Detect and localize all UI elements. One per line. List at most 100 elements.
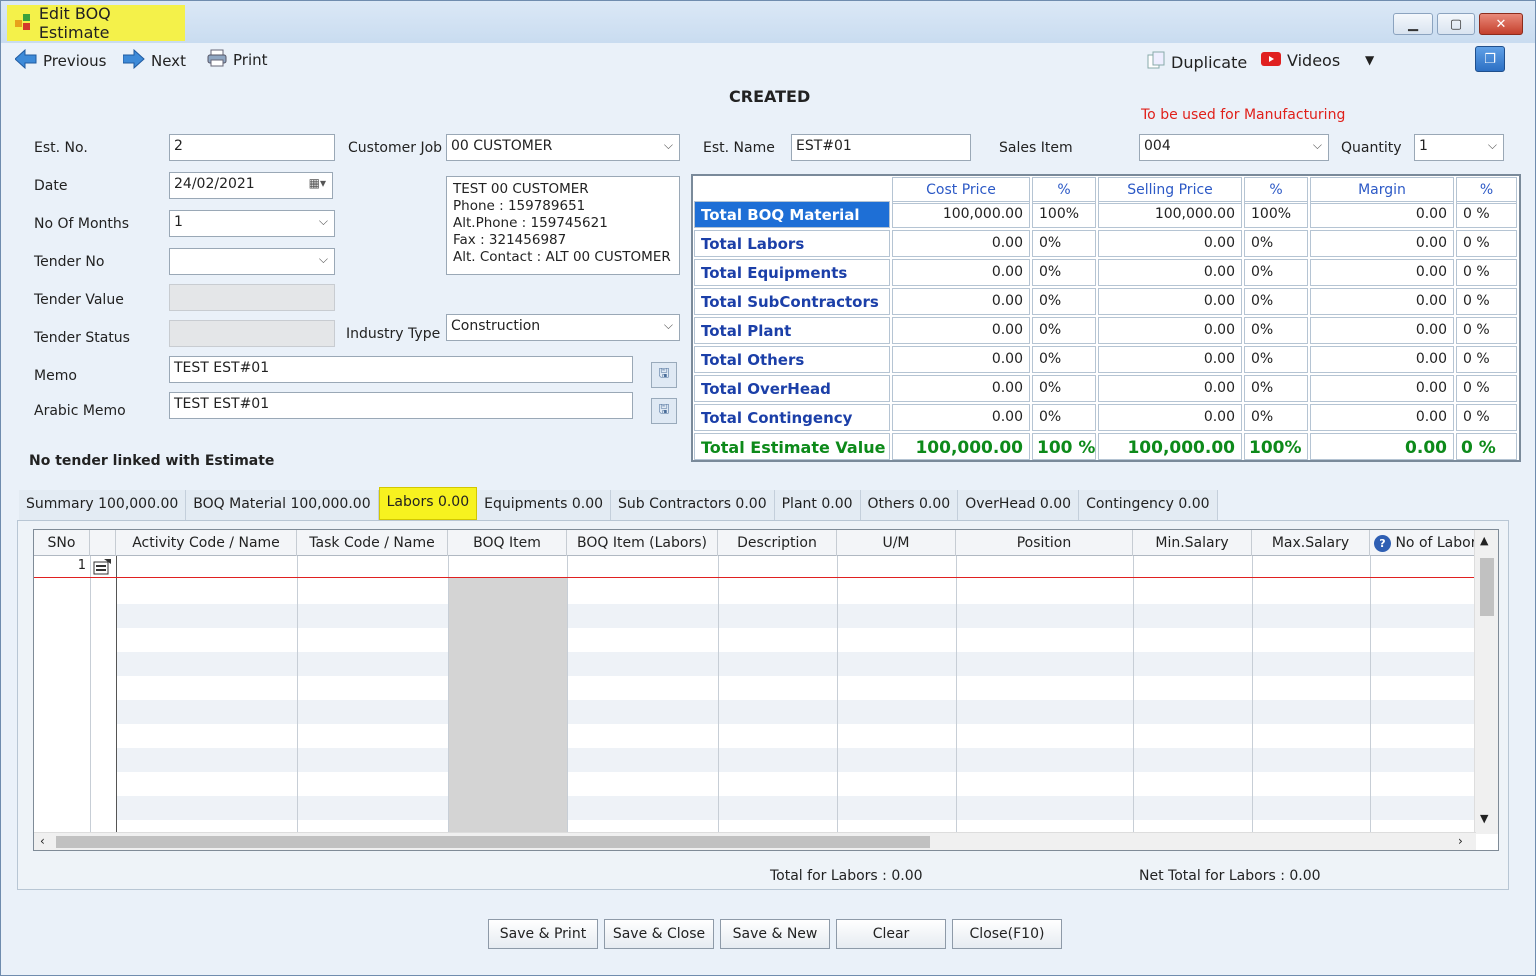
scrollbar-thumb[interactable]	[1480, 558, 1494, 616]
date-field[interactable]: 24/02/2021 ▦▾	[169, 172, 333, 199]
col-max-salary[interactable]: Max.Salary	[1252, 530, 1370, 556]
tab-boq-material[interactable]: BOQ Material 100,000.00	[186, 490, 379, 520]
col-no-of-labors[interactable]: ? No of Labors	[1370, 530, 1476, 556]
videos-button[interactable]: Videos	[1261, 51, 1340, 70]
scroll-down-icon[interactable]: ▼	[1480, 812, 1488, 825]
tender-no-select[interactable]: ⌵	[169, 248, 335, 275]
sell-pct-cell: 0%	[1244, 317, 1308, 344]
cost-row[interactable]: Total SubContractors 0.00 0% 0.00 0% 0.0…	[693, 287, 1519, 316]
duplicate-button[interactable]: Duplicate	[1147, 51, 1247, 73]
tab-equipments[interactable]: Equipments 0.00	[477, 490, 612, 520]
tab-plant[interactable]: Plant 0.00	[774, 490, 861, 520]
cost-row[interactable]: Total BOQ Material 100,000.00 100% 100,0…	[693, 200, 1519, 229]
col-sno[interactable]: SNo	[34, 530, 90, 556]
industry-type-select[interactable]: Construction ⌵	[446, 314, 680, 341]
col-boq-item[interactable]: BOQ Item	[448, 530, 567, 556]
col-activity[interactable]: Activity Code / Name	[116, 530, 297, 556]
tab-sub-contractors[interactable]: Sub Contractors 0.00	[611, 490, 775, 520]
arabic-memo-field[interactable]: TEST EST#01	[169, 392, 633, 419]
help-icon[interactable]: ?	[1374, 535, 1391, 552]
total-sell-cell: 100,000.00	[1098, 433, 1242, 460]
tab-labors[interactable]: Labors 0.00	[378, 487, 478, 520]
hscrollbar-thumb[interactable]	[56, 836, 930, 848]
maximize-button[interactable]: ▢	[1437, 13, 1475, 35]
minimize-button[interactable]: ▁	[1393, 13, 1433, 35]
col-um[interactable]: U/M	[837, 530, 956, 556]
scroll-right-icon[interactable]: ›	[1458, 834, 1463, 848]
tab-overhead[interactable]: OverHead 0.00	[958, 490, 1080, 520]
col-description[interactable]: Description	[718, 530, 837, 556]
tab-contingency[interactable]: Contingency 0.00	[1079, 490, 1218, 520]
grid-line	[116, 556, 117, 832]
cost-row-label[interactable]: Total Labors	[694, 230, 890, 257]
cost-row[interactable]: Total Others 0.00 0% 0.00 0% 0.00 0 %	[693, 345, 1519, 374]
cost-row-label[interactable]: Total BOQ Material	[694, 201, 890, 228]
row-sno: 1	[77, 558, 86, 573]
customer-job-select[interactable]: 00 CUSTOMER ⌵	[446, 134, 680, 161]
tab-others[interactable]: Others 0.00	[860, 490, 959, 520]
selling-price-cell: 0.00	[1098, 375, 1242, 402]
est-name-field[interactable]: EST#01	[791, 134, 971, 161]
scroll-up-icon[interactable]: ▲	[1480, 534, 1488, 547]
close-icon: ✕	[1495, 16, 1507, 32]
print-button[interactable]: Print	[207, 49, 268, 71]
horizontal-scrollbar[interactable]: ‹ ›	[34, 832, 1476, 850]
close-f10-button[interactable]: Close(F10)	[952, 919, 1062, 949]
chevron-down-icon: ⌵	[663, 318, 673, 332]
row-edit-icon[interactable]	[92, 558, 114, 576]
grid-line	[90, 556, 91, 832]
cost-row-label[interactable]: Total Others	[694, 346, 890, 373]
cost-price-cell: 0.00	[892, 346, 1030, 373]
cost-row-label[interactable]: Total Plant	[694, 317, 890, 344]
cost-row[interactable]: Total OverHead 0.00 0% 0.00 0% 0.00 0 %	[693, 374, 1519, 403]
restore-icon: ❐	[1484, 51, 1496, 67]
col-boq-item-labors[interactable]: BOQ Item (Labors)	[567, 530, 718, 556]
previous-button[interactable]: Previous	[14, 48, 106, 73]
cost-row-label[interactable]: Total SubContractors	[694, 288, 890, 315]
margin-cell: 0.00	[1310, 375, 1454, 402]
cost-row-label[interactable]: Total Equipments	[694, 259, 890, 286]
months-value: 1	[174, 214, 183, 230]
margin-pct-cell: 0 %	[1456, 317, 1517, 344]
months-select[interactable]: 1 ⌵	[169, 210, 335, 237]
save-close-button[interactable]: Save & Close	[604, 919, 714, 949]
cost-pct-cell: 0%	[1032, 404, 1096, 431]
sales-item-select[interactable]: 004 ⌵	[1139, 134, 1329, 161]
save-print-button[interactable]: Save & Print	[488, 919, 598, 949]
tab-summary[interactable]: Summary 100,000.00	[19, 490, 187, 520]
grid-line	[1133, 556, 1134, 832]
restore-layout-button[interactable]: ❐	[1475, 46, 1505, 72]
save-memo-button[interactable]: 🖫	[651, 362, 677, 388]
est-no-field[interactable]: 2	[169, 134, 335, 161]
col-task[interactable]: Task Code / Name	[297, 530, 448, 556]
cost-row[interactable]: Total Plant 0.00 0% 0.00 0% 0.00 0 %	[693, 316, 1519, 345]
window-title: Edit BOQ Estimate	[38, 4, 111, 42]
grid-line	[1252, 556, 1253, 832]
grid-header: SNo Activity Code / Name Task Code / Nam…	[34, 530, 1498, 556]
cost-price-cell: 0.00	[892, 317, 1030, 344]
cost-row[interactable]: Total Equipments 0.00 0% 0.00 0% 0.00 0 …	[693, 258, 1519, 287]
close-window-button[interactable]: ✕	[1479, 13, 1523, 35]
quantity-select[interactable]: 1 ⌵	[1414, 134, 1504, 161]
next-button[interactable]: Next	[122, 48, 186, 73]
videos-dropdown-button[interactable]: ▼	[1365, 53, 1374, 67]
cost-row-label[interactable]: Total Contingency	[694, 404, 890, 431]
labors-grid[interactable]: SNo Activity Code / Name Task Code / Nam…	[33, 529, 1499, 851]
clear-button[interactable]: Clear	[836, 919, 946, 949]
cost-row[interactable]: Total Contingency 0.00 0% 0.00 0% 0.00 0…	[693, 403, 1519, 432]
vertical-scrollbar[interactable]: ▲ ▼	[1474, 530, 1498, 834]
save-new-button[interactable]: Save & New	[720, 919, 830, 949]
calendar-icon[interactable]: ▦▾	[309, 176, 326, 190]
memo-field[interactable]: TEST EST#01	[169, 356, 633, 383]
col-position[interactable]: Position	[956, 530, 1133, 556]
save-arabic-memo-button[interactable]: 🖫	[651, 398, 677, 424]
video-icon	[1261, 51, 1281, 70]
table-row[interactable]: 1	[34, 556, 1476, 578]
minimize-icon: ▁	[1408, 16, 1418, 32]
cost-row-label[interactable]: Total OverHead	[694, 375, 890, 402]
col-min-salary[interactable]: Min.Salary	[1133, 530, 1252, 556]
cost-row[interactable]: Total Labors 0.00 0% 0.00 0% 0.00 0 %	[693, 229, 1519, 258]
est-name-label: Est. Name	[703, 140, 775, 156]
arrow-right-icon	[122, 48, 145, 73]
scroll-left-icon[interactable]: ‹	[40, 834, 45, 848]
